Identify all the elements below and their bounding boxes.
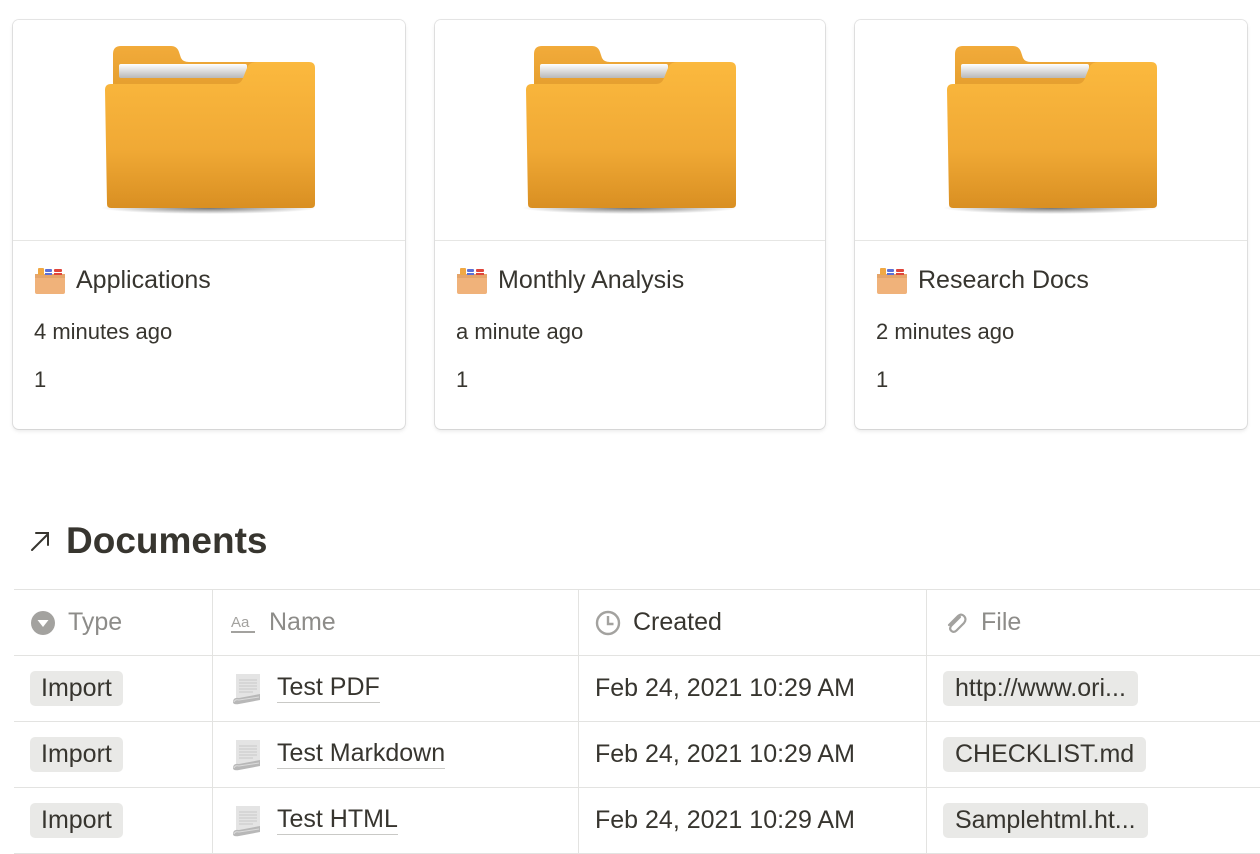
database-title-text: Documents [66,520,268,561]
file-attachment[interactable]: http://www.ori... [943,671,1138,706]
column-header-label: Type [68,608,123,636]
page-link[interactable]: Test Markdown [277,740,446,769]
created-date: Feb 24, 2021 10:29 AM [595,740,855,768]
card-cover [13,20,405,241]
text-icon: Aa [231,614,255,633]
clock-icon [595,610,621,635]
card-title: Applications [34,263,384,297]
column-header-type[interactable]: Type [14,590,213,655]
card-title: Research Docs [876,263,1226,297]
table-row[interactable]: Import Test Markdown Feb 24, 2021 10:29 … [14,722,1260,788]
type-tag: Import [30,737,123,772]
select-icon [31,610,55,635]
paperclip-icon [947,613,967,633]
type-cell[interactable]: Import [14,722,213,787]
card-edited-time: 2 minutes ago [876,319,1015,344]
column-header-label: Created [633,608,722,636]
created-cell: Feb 24, 2021 10:29 AM [579,788,927,853]
name-cell[interactable]: Test Markdown [213,722,579,787]
card-index-box-icon [456,265,488,295]
created-cell: Feb 24, 2021 10:29 AM [579,656,927,721]
card-count: 1 [34,367,47,392]
created-cell: Feb 24, 2021 10:29 AM [579,722,927,787]
linked-database-title[interactable]: Documents [28,520,267,562]
card-index-box-icon [876,265,908,295]
created-date: Feb 24, 2021 10:29 AM [595,806,855,834]
documents-table: Type Aa Name Created File Import Test PD… [14,589,1260,854]
column-header-name[interactable]: Aa Name [213,590,579,655]
scroll-icon [231,672,263,706]
gallery-card-applications[interactable]: Applications 4 minutes ago 1 [13,20,405,429]
column-header-created[interactable]: Created [579,590,927,655]
column-header-label: Name [269,608,336,636]
table-row[interactable]: Import Test HTML Feb 24, 2021 10:29 AM S… [14,788,1260,854]
name-cell[interactable]: Test PDF [213,656,579,721]
card-title: Monthly Analysis [456,263,804,297]
scroll-icon [231,738,263,772]
scroll-icon [231,804,263,838]
card-title-text: Research Docs [918,265,1089,294]
page-link[interactable]: Test PDF [277,674,380,703]
file-attachment[interactable]: CHECKLIST.md [943,737,1147,772]
card-count: 1 [456,367,469,392]
table-header-row: Type Aa Name Created File [14,590,1260,656]
file-cell[interactable]: Samplehtml.ht... [927,788,1260,853]
gallery-card-research-docs[interactable]: Research Docs 2 minutes ago 1 [855,20,1247,429]
page-link[interactable]: Test HTML [277,806,398,835]
folder-icon [522,42,738,218]
card-cover [855,20,1247,241]
type-tag: Import [30,803,123,838]
file-cell[interactable]: CHECKLIST.md [927,722,1260,787]
type-cell[interactable]: Import [14,656,213,721]
table-row[interactable]: Import Test PDF Feb 24, 2021 10:29 AM ht… [14,656,1260,722]
card-count: 1 [876,367,889,392]
card-cover [435,20,825,241]
card-edited-time: 4 minutes ago [34,319,173,344]
file-cell[interactable]: http://www.ori... [927,656,1260,721]
gallery-card-monthly-analysis[interactable]: Monthly Analysis a minute ago 1 [435,20,825,429]
type-cell[interactable]: Import [14,788,213,853]
column-header-file[interactable]: File [927,590,1260,655]
name-cell[interactable]: Test HTML [213,788,579,853]
card-index-box-icon [34,265,66,295]
folder-icon [101,42,317,218]
arrow-up-right-icon [31,532,49,551]
gallery-view: Applications 4 minutes ago 1 Monthly Ana… [13,20,1247,429]
card-title-text: Applications [76,265,211,294]
card-edited-time: a minute ago [456,319,584,344]
file-attachment[interactable]: Samplehtml.ht... [943,803,1148,838]
card-title-text: Monthly Analysis [498,265,685,294]
type-tag: Import [30,671,123,706]
created-date: Feb 24, 2021 10:29 AM [595,674,855,702]
column-header-label: File [981,608,1022,636]
folder-icon [943,42,1159,218]
svg-text:Aa: Aa [231,614,250,631]
